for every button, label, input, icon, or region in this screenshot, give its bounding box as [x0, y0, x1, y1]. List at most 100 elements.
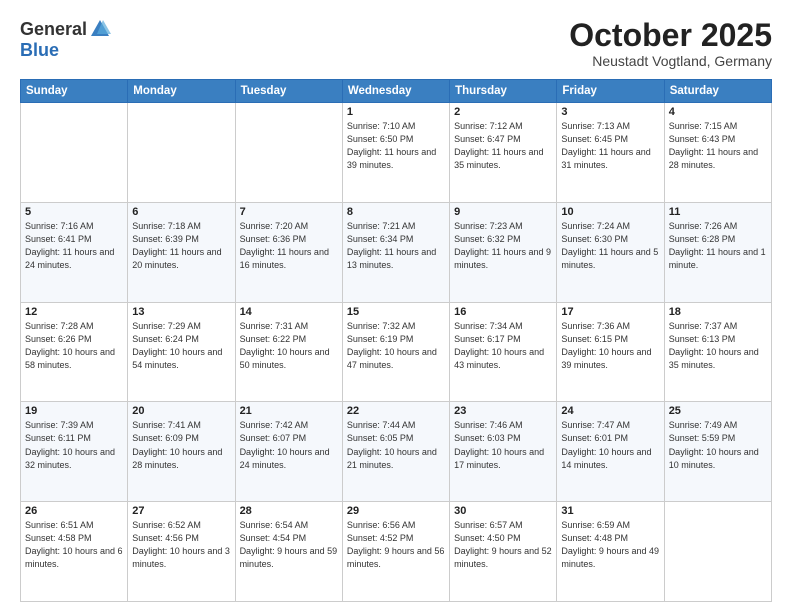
day-info: Sunrise: 6:56 AMSunset: 4:52 PMDaylight:… — [347, 519, 445, 571]
day-number: 9 — [454, 206, 552, 218]
day-number: 15 — [347, 306, 445, 318]
calendar-cell: 4Sunrise: 7:15 AMSunset: 6:43 PMDaylight… — [664, 103, 771, 203]
day-number: 31 — [561, 505, 659, 517]
calendar-cell: 3Sunrise: 7:13 AMSunset: 6:45 PMDaylight… — [557, 103, 664, 203]
day-info: Sunrise: 7:42 AMSunset: 6:07 PMDaylight:… — [240, 419, 338, 471]
day-number: 19 — [25, 405, 123, 417]
calendar-cell: 10 Sunrise: 7:24 AMSunset: 6:30 PMDayligh… — [557, 202, 664, 302]
day-number: 23 — [454, 405, 552, 417]
day-number: 14 — [240, 306, 338, 318]
weekday-header-thursday: Thursday — [450, 80, 557, 103]
day-number: 8 — [347, 206, 445, 218]
calendar-cell: 31 Sunrise: 6:59 AMSunset: 4:48 PMDayligh… — [557, 502, 664, 602]
day-info: Sunrise: 7:46 AMSunset: 6:03 PMDaylight:… — [454, 419, 552, 471]
day-number: 27 — [132, 505, 230, 517]
day-number: 30 — [454, 505, 552, 517]
day-number: 4 — [669, 106, 767, 118]
header: General Blue October 2025 Neustadt Vogtl… — [20, 18, 772, 69]
calendar-cell — [21, 103, 128, 203]
calendar-cell: 8 Sunrise: 7:21 AMSunset: 6:34 PMDaylight… — [342, 202, 449, 302]
day-info: Sunrise: 7:49 AMSunset: 5:59 PMDaylight:… — [669, 419, 767, 471]
calendar-cell: 9 Sunrise: 7:23 AMSunset: 6:32 PMDaylight… — [450, 202, 557, 302]
day-info: Sunrise: 7:32 AMSunset: 6:19 PMDaylight:… — [347, 320, 445, 372]
calendar-cell: 29 Sunrise: 6:56 AMSunset: 4:52 PMDayligh… — [342, 502, 449, 602]
day-number: 7 — [240, 206, 338, 218]
day-number: 26 — [25, 505, 123, 517]
day-info: Sunrise: 7:21 AMSunset: 6:34 PMDaylight:… — [347, 220, 445, 272]
calendar-cell: 11 Sunrise: 7:26 AMSunset: 6:28 PMDayligh… — [664, 202, 771, 302]
day-info: Sunrise: 7:39 AMSunset: 6:11 PMDaylight:… — [25, 419, 123, 471]
calendar-table: SundayMondayTuesdayWednesdayThursdayFrid… — [20, 79, 772, 602]
calendar-week-3: 12Sunrise: 7:28 AMSunset: 6:26 PMDayligh… — [21, 302, 772, 402]
calendar-cell: 23 Sunrise: 7:46 AMSunset: 6:03 PMDayligh… — [450, 402, 557, 502]
day-info: Sunrise: 6:51 AMSunset: 4:58 PMDaylight:… — [25, 519, 123, 571]
day-info: Sunrise: 7:18 AMSunset: 6:39 PMDaylight:… — [132, 220, 230, 272]
day-info: Sunrise: 7:12 AMSunset: 6:47 PMDaylight:… — [454, 120, 552, 172]
calendar-cell: 1 Sunrise: 7:10 AMSunset: 6:50 PMDaylight… — [342, 103, 449, 203]
day-number: 28 — [240, 505, 338, 517]
calendar-cell: 5Sunrise: 7:16 AMSunset: 6:41 PMDaylight… — [21, 202, 128, 302]
calendar-week-5: 26 Sunrise: 6:51 AMSunset: 4:58 PMDayligh… — [21, 502, 772, 602]
day-info: Sunrise: 6:52 AMSunset: 4:56 PMDaylight:… — [132, 519, 230, 571]
day-info: Sunrise: 7:20 AMSunset: 6:36 PMDaylight:… — [240, 220, 338, 272]
day-number: 16 — [454, 306, 552, 318]
calendar-cell: 2 Sunrise: 7:12 AMSunset: 6:47 PMDaylight… — [450, 103, 557, 203]
day-number: 2 — [454, 106, 552, 118]
day-number: 11 — [669, 206, 767, 218]
calendar-cell: 24Sunrise: 7:47 AMSunset: 6:01 PMDayligh… — [557, 402, 664, 502]
calendar-cell: 16 Sunrise: 7:34 AMSunset: 6:17 PMDayligh… — [450, 302, 557, 402]
day-info: Sunrise: 6:54 AMSunset: 4:54 PMDaylight:… — [240, 519, 338, 571]
day-info: Sunrise: 6:59 AMSunset: 4:48 PMDaylight:… — [561, 519, 659, 571]
day-number: 1 — [347, 106, 445, 118]
calendar-cell: 18Sunrise: 7:37 AMSunset: 6:13 PMDayligh… — [664, 302, 771, 402]
day-info: Sunrise: 7:28 AMSunset: 6:26 PMDaylight:… — [25, 320, 123, 372]
calendar-cell: 26 Sunrise: 6:51 AMSunset: 4:58 PMDayligh… — [21, 502, 128, 602]
header-right: October 2025 Neustadt Vogtland, Germany — [569, 18, 772, 69]
day-info: Sunrise: 7:47 AMSunset: 6:01 PMDaylight:… — [561, 419, 659, 471]
day-number: 25 — [669, 405, 767, 417]
weekday-header-friday: Friday — [557, 80, 664, 103]
calendar-cell: 20Sunrise: 7:41 AMSunset: 6:09 PMDayligh… — [128, 402, 235, 502]
weekday-header-monday: Monday — [128, 80, 235, 103]
logo-icon — [89, 18, 111, 40]
calendar-cell: 25 Sunrise: 7:49 AMSunset: 5:59 PMDayligh… — [664, 402, 771, 502]
calendar-cell: 12Sunrise: 7:28 AMSunset: 6:26 PMDayligh… — [21, 302, 128, 402]
calendar-cell: 15 Sunrise: 7:32 AMSunset: 6:19 PMDayligh… — [342, 302, 449, 402]
day-number: 29 — [347, 505, 445, 517]
day-number: 10 — [561, 206, 659, 218]
day-info: Sunrise: 7:10 AMSunset: 6:50 PMDaylight:… — [347, 120, 445, 172]
day-number: 17 — [561, 306, 659, 318]
calendar-cell: 19 Sunrise: 7:39 AMSunset: 6:11 PMDayligh… — [21, 402, 128, 502]
calendar-cell — [664, 502, 771, 602]
calendar-cell: 14Sunrise: 7:31 AMSunset: 6:22 PMDayligh… — [235, 302, 342, 402]
page: General Blue October 2025 Neustadt Vogtl… — [0, 0, 792, 612]
month-title: October 2025 — [569, 18, 772, 53]
day-number: 20 — [132, 405, 230, 417]
weekday-header-tuesday: Tuesday — [235, 80, 342, 103]
day-info: Sunrise: 7:36 AMSunset: 6:15 PMDaylight:… — [561, 320, 659, 372]
day-number: 3 — [561, 106, 659, 118]
day-info: Sunrise: 7:23 AMSunset: 6:32 PMDaylight:… — [454, 220, 552, 272]
calendar-week-1: 1 Sunrise: 7:10 AMSunset: 6:50 PMDaylight… — [21, 103, 772, 203]
weekday-header-row: SundayMondayTuesdayWednesdayThursdayFrid… — [21, 80, 772, 103]
day-info: Sunrise: 6:57 AMSunset: 4:50 PMDaylight:… — [454, 519, 552, 571]
day-info: Sunrise: 7:34 AMSunset: 6:17 PMDaylight:… — [454, 320, 552, 372]
calendar-cell — [235, 103, 342, 203]
day-number: 21 — [240, 405, 338, 417]
calendar-cell: 7 Sunrise: 7:20 AMSunset: 6:36 PMDaylight… — [235, 202, 342, 302]
calendar-cell: 6Sunrise: 7:18 AMSunset: 6:39 PMDaylight… — [128, 202, 235, 302]
location: Neustadt Vogtland, Germany — [569, 53, 772, 69]
day-number: 13 — [132, 306, 230, 318]
calendar-cell: 30 Sunrise: 6:57 AMSunset: 4:50 PMDayligh… — [450, 502, 557, 602]
calendar-cell: 28 Sunrise: 6:54 AMSunset: 4:54 PMDayligh… — [235, 502, 342, 602]
day-info: Sunrise: 7:24 AMSunset: 6:30 PMDaylight:… — [561, 220, 659, 272]
logo-blue: Blue — [20, 40, 59, 60]
day-number: 5 — [25, 206, 123, 218]
calendar-cell: 13Sunrise: 7:29 AMSunset: 6:24 PMDayligh… — [128, 302, 235, 402]
calendar-cell: 27 Sunrise: 6:52 AMSunset: 4:56 PMDayligh… — [128, 502, 235, 602]
day-number: 22 — [347, 405, 445, 417]
weekday-header-wednesday: Wednesday — [342, 80, 449, 103]
day-info: Sunrise: 7:44 AMSunset: 6:05 PMDaylight:… — [347, 419, 445, 471]
day-info: Sunrise: 7:26 AMSunset: 6:28 PMDaylight:… — [669, 220, 767, 272]
calendar-cell: 22 Sunrise: 7:44 AMSunset: 6:05 PMDayligh… — [342, 402, 449, 502]
